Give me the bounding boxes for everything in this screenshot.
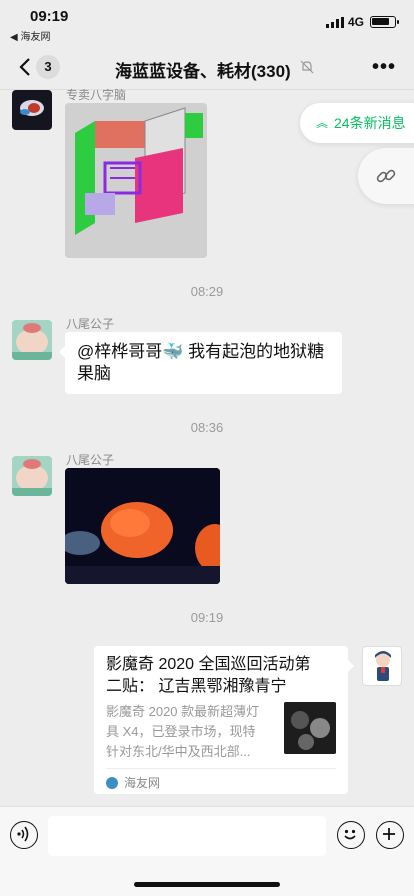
message-image[interactable] xyxy=(65,103,207,258)
back-icon[interactable] xyxy=(16,56,36,78)
link-card[interactable]: 影魔奇 2020 全国巡回活动第 二贴： 辽吉黑鄂湘豫青宁 影魔奇 2020 款… xyxy=(94,646,354,794)
back-to-app-link[interactable]: ◀ 海友网 xyxy=(10,28,50,43)
text-message[interactable]: @梓桦哥哥🐳 我有起泡的地狱糖 果脑 xyxy=(59,332,342,394)
new-messages-label: 24条新消息 xyxy=(334,115,406,131)
more-options-icon[interactable]: ••• xyxy=(372,56,396,79)
source-logo-icon xyxy=(106,777,118,789)
battery-icon xyxy=(370,16,399,28)
emoji-icon[interactable] xyxy=(337,821,365,849)
mute-bell-icon xyxy=(300,60,314,74)
sender-name: 八尾公子 xyxy=(66,453,115,467)
network-type: 4G xyxy=(348,15,365,29)
link-title-line: 二贴： 辽吉黑鄂湘豫青宁 xyxy=(106,678,287,695)
message-text-line: 果脑 xyxy=(77,364,111,383)
home-indicator[interactable] xyxy=(134,882,280,887)
status-time: 09:19 xyxy=(30,8,69,25)
avatar[interactable] xyxy=(12,90,52,130)
message-timestamp: 08:29 xyxy=(190,284,224,299)
sender-name: 八尾公子 xyxy=(66,317,115,331)
link-card-thumbnail xyxy=(284,702,336,754)
link-desc-line: 针对东北/华中及西北部... xyxy=(106,744,251,759)
divider xyxy=(106,768,336,769)
message-timestamp: 08:36 xyxy=(190,420,224,435)
plus-icon[interactable] xyxy=(376,821,404,849)
message-image[interactable] xyxy=(65,468,220,584)
signal-icon xyxy=(326,17,344,28)
link-desc-line: 影魔奇 2020 款最新超薄灯 xyxy=(106,704,260,719)
link-card-description: 影魔奇 2020 款最新超薄灯 具 X4，已登录市场，现特 针对东北/华中及西北… xyxy=(106,702,276,762)
link-card-source: 海友网 xyxy=(124,776,161,790)
message-timestamp: 09:19 xyxy=(190,610,224,625)
link-desc-line: 具 X4，已登录市场，现特 xyxy=(106,724,256,739)
unread-badge[interactable]: 3 xyxy=(36,55,60,79)
message-input[interactable] xyxy=(48,816,326,856)
voice-input-icon[interactable] xyxy=(10,821,38,849)
status-bar: 09:19 ◀ 海友网 4G xyxy=(0,0,414,44)
avatar[interactable] xyxy=(12,456,52,496)
link-shortcut-button[interactable] xyxy=(358,148,414,204)
chat-title[interactable]: 海蓝蓝设备、耗材(330) xyxy=(115,57,291,82)
link-card-title: 影魔奇 2020 全国巡回活动第 二贴： 辽吉黑鄂湘豫青宁 xyxy=(106,654,336,698)
double-chevron-up-icon: ︽ xyxy=(316,116,329,130)
link-icon xyxy=(376,169,396,183)
self-avatar[interactable] xyxy=(362,646,402,686)
chat-header: 3 海蓝蓝设备、耗材(330) ••• xyxy=(0,44,414,90)
avatar[interactable] xyxy=(12,320,52,360)
sender-name: 专卖八字脑 xyxy=(66,88,127,102)
new-messages-button[interactable]: ︽ 24条新消息 xyxy=(300,103,414,143)
link-title-line: 影魔奇 2020 全国巡回活动第 xyxy=(106,656,311,673)
message-text-line: @梓桦哥哥🐳 我有起泡的地狱糖 xyxy=(77,342,325,361)
